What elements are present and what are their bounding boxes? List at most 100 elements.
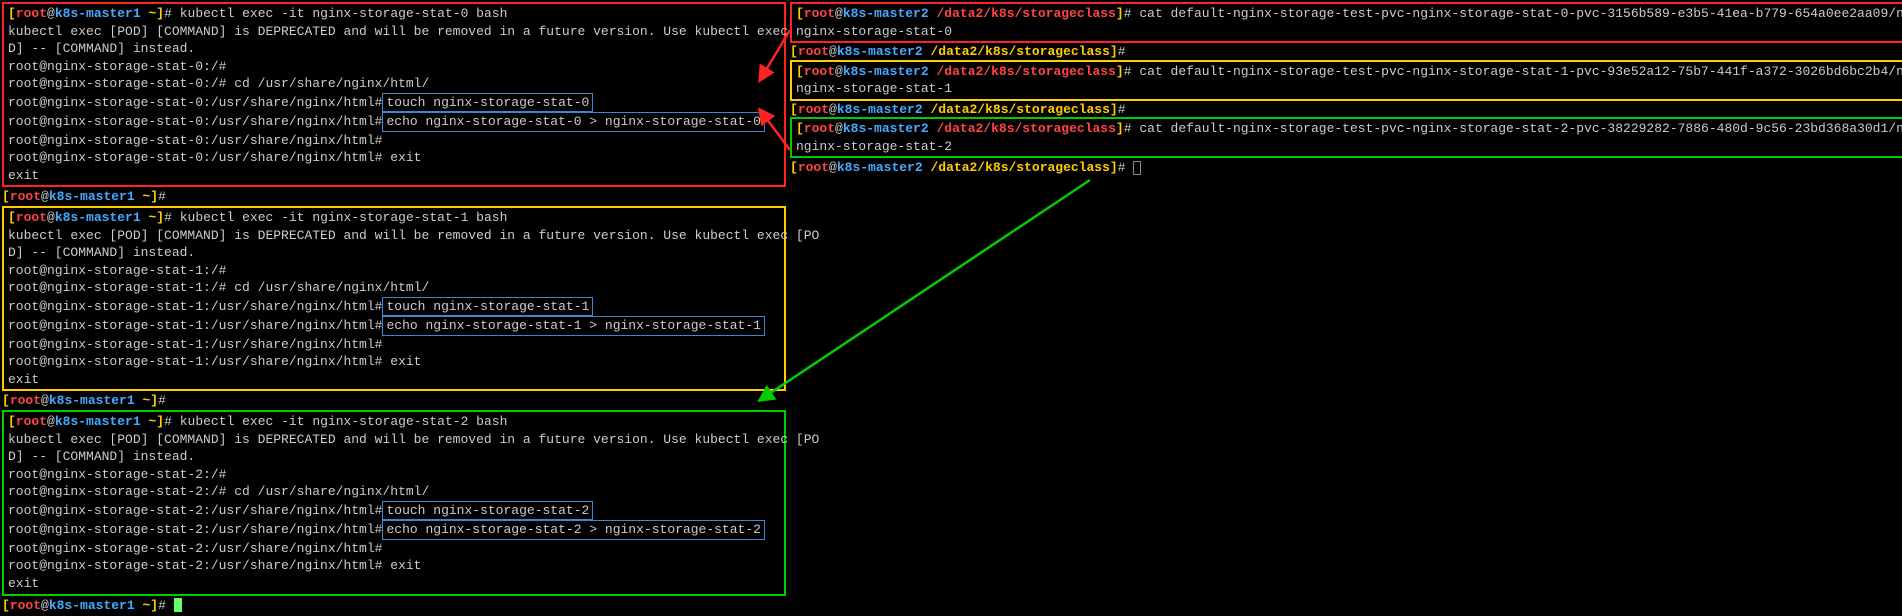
bracket: ] [150,393,158,408]
hostname: k8s-master1 [55,414,141,429]
pod-prompt: root@nginx-storage-stat-0:/usr/share/ngi… [8,132,780,150]
terminal-block-right-1: [root@k8s-master2 /data2/k8s/storageclas… [790,60,1902,101]
output-line: exit [8,167,780,185]
bracket: ] [1116,121,1124,136]
prompt-hash: # [158,393,174,408]
highlighted-cmd: touch nginx-storage-stat-1 [382,297,593,317]
left-terminal[interactable]: [root@k8s-master1 ~]# kubectl exec -it n… [2,2,786,614]
cmd-line: [root@k8s-master2 /data2/k8s/storageclas… [796,120,1902,138]
pod-prompt: root@nginx-storage-stat-2:/usr/share/ngi… [8,540,780,558]
hostname: k8s-master2 [843,121,929,136]
at-sign: @ [41,189,49,204]
right-terminal[interactable]: [root@k8s-master2 /data2/k8s/storageclas… [790,2,1902,614]
pod-cmd-line: root@nginx-storage-stat-0:/usr/share/ngi… [8,93,780,113]
cursor [174,598,182,612]
output-line: nginx-storage-stat-0 [796,23,1902,41]
between-prompt: [root@k8s-master1 ~]# [2,188,786,206]
at-sign: @ [47,6,55,21]
bracket: [ [2,189,10,204]
hostname: k8s-master1 [49,598,135,613]
user: root [10,598,41,613]
pod-cmd-line: root@nginx-storage-stat-2:/usr/share/ngi… [8,501,780,521]
hostname: k8s-master1 [49,393,135,408]
terminal-block-right-2: [root@k8s-master2 /data2/k8s/storageclas… [790,117,1902,158]
pod-cmd-line: root@nginx-storage-stat-1:/usr/share/ngi… [8,316,780,336]
terminal-block-0: [root@k8s-master1 ~]# kubectl exec -it n… [2,2,786,187]
cmd-line: [root@k8s-master2 /data2/k8s/storageclas… [796,5,1902,23]
bracket: ] [156,6,164,21]
output-line: nginx-storage-stat-1 [796,80,1902,98]
user: root [16,6,47,21]
cwd: /data2/k8s/storageclass [936,6,1115,21]
at-sign: @ [47,414,55,429]
user: root [16,414,47,429]
cursor [1133,161,1141,175]
prompt-hash: # [164,210,180,225]
pod-prompt: root@nginx-storage-stat-1:/# [8,262,780,280]
prompt-hash: # [1124,121,1140,136]
output-line: kubectl exec [POD] [COMMAND] is DEPRECAT… [8,431,780,449]
at-sign: @ [41,393,49,408]
bracket: [ [2,393,10,408]
bracket: ] [1116,64,1124,79]
user: root [804,6,835,21]
output-line: exit [8,575,780,593]
highlighted-cmd: touch nginx-storage-stat-0 [382,93,593,113]
between-prompt: [root@k8s-master2 /data2/k8s/storageclas… [790,43,1902,61]
pod-cmd-line: root@nginx-storage-stat-0:/# cd /usr/sha… [8,75,780,93]
output-line: kubectl exec [POD] [COMMAND] is DEPRECAT… [8,227,780,245]
hostname: k8s-master2 [843,64,929,79]
hostname: k8s-master2 [843,6,929,21]
bracket: [ [796,64,804,79]
bracket: [ [2,598,10,613]
bracket: ] [150,189,158,204]
cmd-line: [root@k8s-master1 ~]# kubectl exec -it n… [8,209,780,227]
pod-cmd-line: root@nginx-storage-stat-1:/usr/share/ngi… [8,297,780,317]
highlighted-cmd: echo nginx-storage-stat-1 > nginx-storag… [382,316,764,336]
terminal-block-2: [root@k8s-master1 ~]# kubectl exec -it n… [2,410,786,595]
hostname: k8s-master1 [49,189,135,204]
command: cat default-nginx-storage-test-pvc-nginx… [1139,121,1902,136]
pod-cmd-line: root@nginx-storage-stat-2:/usr/share/ngi… [8,520,780,540]
terminal-block-1: [root@k8s-master1 ~]# kubectl exec -it n… [2,206,786,391]
prompt-hash: # [164,414,180,429]
bracket: [ [8,210,16,225]
output-line: exit [8,371,780,389]
output-line: D] -- [COMMAND] instead. [8,448,780,466]
bracket: ] [156,414,164,429]
bracket: [ [8,414,16,429]
cwd: /data2/k8s/storageclass [936,121,1115,136]
pod-cmd-line: root@nginx-storage-stat-1:/# cd /usr/sha… [8,279,780,297]
bracket: [ [796,121,804,136]
prompt-hash: # [158,598,174,613]
terminal-block-right-0: [root@k8s-master2 /data2/k8s/storageclas… [790,2,1902,43]
at-sign: @ [41,598,49,613]
at-sign: @ [835,121,843,136]
between-prompt: [root@k8s-master1 ~]# [2,392,786,410]
command: cat default-nginx-storage-test-pvc-nginx… [1139,6,1902,21]
command: kubectl exec -it nginx-storage-stat-2 ba… [180,414,508,429]
output-line: D] -- [COMMAND] instead. [8,244,780,262]
output-line: nginx-storage-stat-2 [796,138,1902,156]
prompt-hash: # [1124,6,1140,21]
pod-prompt: root@nginx-storage-stat-2:/# [8,466,780,484]
cwd: /data2/k8s/storageclass [936,64,1115,79]
cmd-line: [root@k8s-master2 /data2/k8s/storageclas… [796,63,1902,81]
between-prompt: [root@k8s-master2 /data2/k8s/storageclas… [790,101,1902,119]
user: root [804,121,835,136]
final-prompt[interactable]: [root@k8s-master1 ~]# [2,597,786,615]
pod-cmd-line: root@nginx-storage-stat-1:/usr/share/ngi… [8,353,780,371]
user: root [804,64,835,79]
output-line: kubectl exec [POD] [COMMAND] is DEPRECAT… [8,23,780,41]
pod-cmd-line: root@nginx-storage-stat-0:/usr/share/ngi… [8,112,780,132]
user: root [10,393,41,408]
hostname: k8s-master1 [55,210,141,225]
prompt-hash: # [164,6,180,21]
pod-prompt: root@nginx-storage-stat-0:/# [8,58,780,76]
user: root [10,189,41,204]
output-line: D] -- [COMMAND] instead. [8,40,780,58]
final-prompt-right[interactable]: [root@k8s-master2 /data2/k8s/storageclas… [790,159,1902,177]
at-sign: @ [835,6,843,21]
terminal-layout: [root@k8s-master1 ~]# kubectl exec -it n… [2,2,1900,614]
pod-cmd-line: root@nginx-storage-stat-2:/# cd /usr/sha… [8,483,780,501]
